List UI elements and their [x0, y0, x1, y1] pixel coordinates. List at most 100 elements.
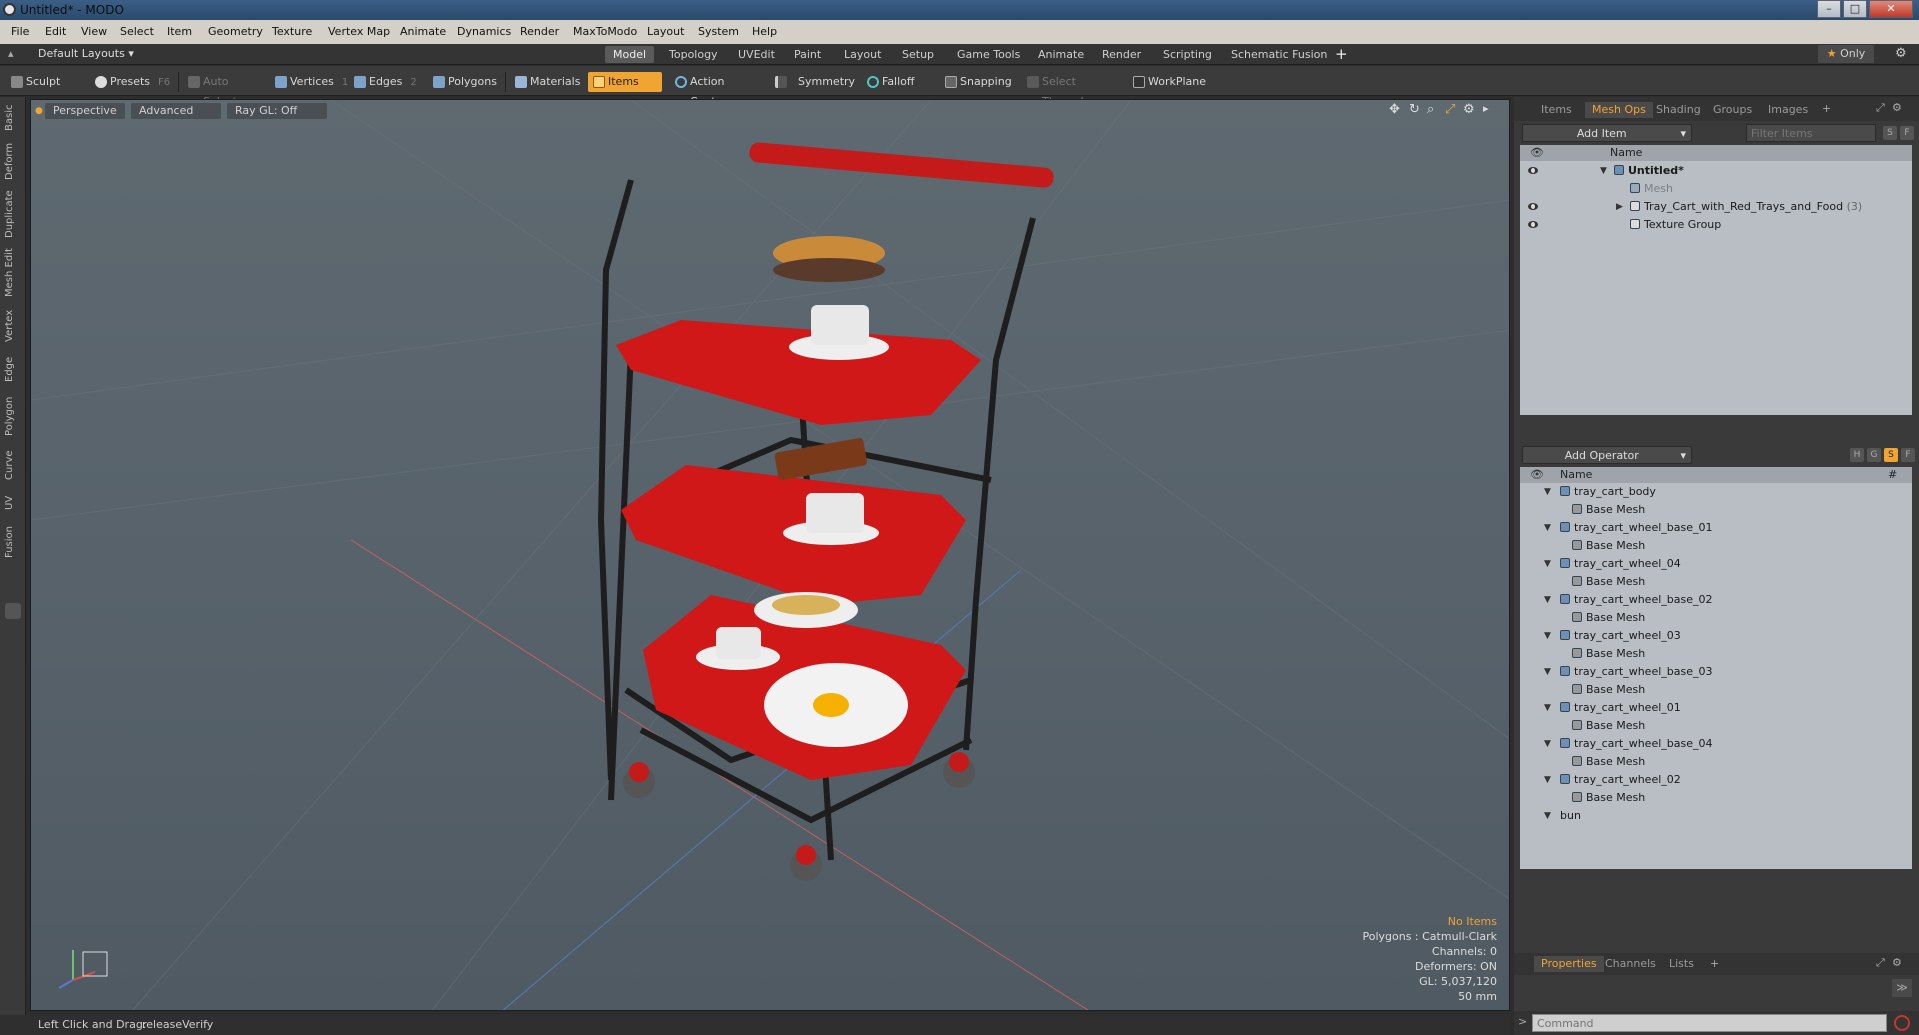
menu-layout[interactable]: Layout: [647, 25, 684, 38]
meshops-g-button[interactable]: G: [1867, 448, 1881, 462]
expand-properties-button[interactable]: ≫: [1892, 979, 1912, 997]
snapping-button[interactable]: Snapping: [940, 72, 1016, 92]
list-item[interactable]: ▼ tray_cart_wheel_04: [1520, 555, 1912, 573]
command-input[interactable]: [1532, 1014, 1887, 1032]
collapse-arrow-icon[interactable]: ▼: [1544, 771, 1551, 789]
menu-dynamics[interactable]: Dynamics: [457, 25, 511, 38]
tab-paint[interactable]: Paint: [786, 46, 829, 63]
list-item[interactable]: ▼ tray_cart_wheel_base_04: [1520, 735, 1912, 753]
list-item[interactable]: Base Mesh: [1520, 645, 1912, 663]
tab-uvedit[interactable]: UVEdit: [730, 46, 783, 63]
vtab-curve[interactable]: Curve: [4, 447, 22, 483]
select-through-button[interactable]: Select Through: [1022, 72, 1122, 108]
tab-items[interactable]: Items: [1534, 102, 1579, 118]
close-button[interactable]: ✕: [1869, 0, 1913, 18]
list-item[interactable]: ▼ tray_cart_wheel_base_02: [1520, 591, 1912, 609]
collapse-arrow-icon[interactable]: ▼: [1544, 807, 1551, 825]
collapse-arrow-icon[interactable]: ▼: [1544, 483, 1551, 501]
tab-game-tools[interactable]: Game Tools: [949, 46, 1028, 63]
minimize-button[interactable]: –: [1817, 0, 1841, 18]
list-item[interactable]: Base Mesh: [1520, 609, 1912, 627]
add-tab-icon[interactable]: +: [1335, 45, 1348, 63]
presets-button[interactable]: Presets F6: [90, 72, 174, 92]
tab-channels[interactable]: Channels: [1598, 956, 1663, 972]
list-item[interactable]: Base Mesh: [1520, 681, 1912, 699]
expand-panel-icon[interactable]: ⤢: [1876, 956, 1885, 970]
tab-setup[interactable]: Setup: [894, 46, 942, 63]
tab-model[interactable]: Model: [605, 46, 655, 63]
add-tab-icon[interactable]: +: [1710, 957, 1719, 970]
eye-icon[interactable]: [1528, 167, 1538, 174]
list-item[interactable]: Base Mesh: [1520, 753, 1912, 771]
vtab-uv[interactable]: UV: [4, 491, 22, 515]
collapse-arrow-icon[interactable]: ▼: [1544, 699, 1551, 717]
list-item[interactable]: ▼ tray_cart_wheel_01: [1520, 699, 1912, 717]
vtab-mesh-edit[interactable]: Mesh Edit: [4, 247, 22, 299]
collapse-arrow-icon[interactable]: ▼: [1544, 555, 1551, 573]
collapse-arrow-icon[interactable]: ▼: [1544, 519, 1551, 537]
materials-button[interactable]: Materials: [510, 72, 584, 92]
vtab-polygon[interactable]: Polygon: [4, 393, 22, 439]
menu-item[interactable]: Item: [167, 25, 192, 38]
tab-topology[interactable]: Topology: [661, 46, 726, 63]
list-item[interactable]: ▼ bun: [1520, 807, 1912, 825]
vertices-button[interactable]: Vertices 1: [270, 72, 348, 92]
3d-viewport[interactable]: ● Perspective Advanced Ray GL: Off ✥ ↻ ⌕…: [30, 99, 1510, 1011]
menu-select[interactable]: Select: [120, 25, 154, 38]
expand-arrow-icon[interactable]: ▶: [1616, 198, 1623, 216]
filter-f-button[interactable]: F: [1900, 126, 1914, 140]
panel-gear-icon[interactable]: ⚙: [1892, 956, 1902, 969]
menu-geometry[interactable]: Geometry: [208, 25, 263, 38]
strip-toggle-button[interactable]: [5, 603, 21, 619]
list-item[interactable]: ▶ Tray_Cart_with_Red_Trays_and_Food (3): [1520, 198, 1912, 216]
vtab-basic[interactable]: Basic: [4, 103, 22, 133]
eye-icon[interactable]: [1528, 203, 1538, 210]
tab-properties[interactable]: Properties: [1534, 956, 1604, 972]
tab-mesh-ops[interactable]: Mesh Ops: [1585, 102, 1653, 118]
list-item[interactable]: Base Mesh: [1520, 537, 1912, 555]
panel-gear-icon[interactable]: ⚙: [1892, 101, 1902, 114]
list-item[interactable]: ▼ tray_cart_wheel_base_03: [1520, 663, 1912, 681]
list-item[interactable]: Base Mesh: [1520, 573, 1912, 591]
vtab-duplicate[interactable]: Duplicate: [4, 189, 22, 239]
meshops-h-button[interactable]: H: [1850, 448, 1864, 462]
edges-button[interactable]: Edges 2: [349, 72, 425, 92]
menu-maxtomodo[interactable]: MaxToModo: [573, 25, 637, 38]
add-tab-icon[interactable]: +: [1822, 102, 1831, 115]
list-item[interactable]: Base Mesh: [1520, 789, 1912, 807]
gear-icon[interactable]: ⚙: [1895, 46, 1907, 61]
list-item[interactable]: Base Mesh: [1520, 717, 1912, 735]
add-operator-dropdown[interactable]: Add Operator ▾: [1522, 446, 1692, 464]
tab-render[interactable]: Render: [1094, 46, 1149, 63]
tab-animate[interactable]: Animate: [1030, 46, 1092, 63]
menu-view[interactable]: View: [81, 25, 107, 38]
record-icon[interactable]: [1894, 1015, 1910, 1031]
menu-file[interactable]: File: [11, 25, 29, 38]
tab-lists[interactable]: Lists: [1662, 956, 1701, 972]
action-center-button[interactable]: Action Center: [670, 72, 766, 108]
collapse-arrow-icon[interactable]: ▼: [1544, 591, 1551, 609]
collapse-arrow-icon[interactable]: ▼: [1544, 735, 1551, 753]
polygons-button[interactable]: Polygons: [428, 72, 500, 92]
vtab-fusion[interactable]: Fusion: [4, 523, 22, 561]
filter-s-button[interactable]: S: [1883, 126, 1897, 140]
tab-layout[interactable]: Layout: [836, 46, 889, 63]
list-item[interactable]: ▼ tray_cart_wheel_03: [1520, 627, 1912, 645]
menu-edit[interactable]: Edit: [45, 25, 66, 38]
collapse-arrow-icon[interactable]: ▼: [1544, 627, 1551, 645]
meshops-f-button[interactable]: F: [1901, 448, 1915, 462]
menu-animate[interactable]: Animate: [400, 25, 446, 38]
list-item[interactable]: ▼ Untitled*: [1520, 162, 1912, 180]
menu-vertex-map[interactable]: Vertex Map: [328, 25, 390, 38]
sculpt-button[interactable]: Sculpt: [6, 72, 86, 92]
tab-shading[interactable]: Shading: [1649, 102, 1708, 118]
tab-scripting[interactable]: Scripting: [1155, 46, 1220, 63]
menu-system[interactable]: System: [698, 25, 739, 38]
items-button[interactable]: Items: [588, 72, 662, 92]
eye-icon[interactable]: [1528, 221, 1538, 228]
expand-panel-icon[interactable]: ⤢: [1876, 101, 1885, 115]
vtab-deform[interactable]: Deform: [4, 141, 22, 181]
falloff-button[interactable]: Falloff: [862, 72, 930, 92]
menu-render[interactable]: Render: [520, 25, 559, 38]
symmetry-button[interactable]: Symmetry: [770, 72, 855, 92]
